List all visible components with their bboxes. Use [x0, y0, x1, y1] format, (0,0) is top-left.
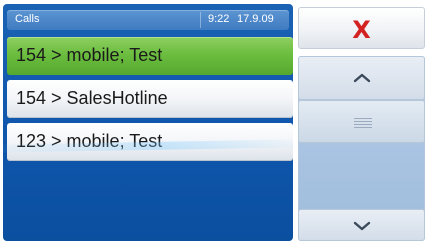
status-time: 9:22 — [208, 13, 230, 25]
screen-title: Calls — [15, 13, 40, 25]
call-list-item-selected[interactable]: 154 > mobile; Test — [7, 37, 293, 75]
grip-lines-icon — [354, 118, 372, 130]
call-list-item[interactable]: 123 > mobile; Test — [7, 123, 293, 161]
call-item-label: 154 > mobile; Test — [16, 45, 163, 65]
scrollbar-thumb[interactable] — [298, 100, 425, 143]
status-date: 17.9.09 — [237, 13, 274, 25]
chevron-up-icon — [353, 73, 370, 83]
status-bar: Calls 9:22 17.9.09 — [7, 10, 289, 30]
chevron-down-icon — [353, 221, 370, 231]
status-divider — [200, 12, 201, 28]
side-controls: X — [298, 4, 425, 241]
calls-screen: Calls 9:22 17.9.09 154 > mobile; Test 15… — [0, 0, 428, 245]
call-item-label: 154 > SalesHotline — [16, 88, 168, 108]
close-x-icon: X — [352, 16, 371, 44]
scroll-down-button[interactable] — [298, 209, 425, 241]
call-item-label: 123 > mobile; Test — [16, 131, 163, 151]
scroll-up-button[interactable] — [298, 56, 425, 100]
calls-list-panel: Calls 9:22 17.9.09 154 > mobile; Test 15… — [3, 4, 293, 241]
call-list-item[interactable]: 154 > SalesHotline — [7, 80, 293, 118]
close-button[interactable]: X — [298, 7, 425, 49]
